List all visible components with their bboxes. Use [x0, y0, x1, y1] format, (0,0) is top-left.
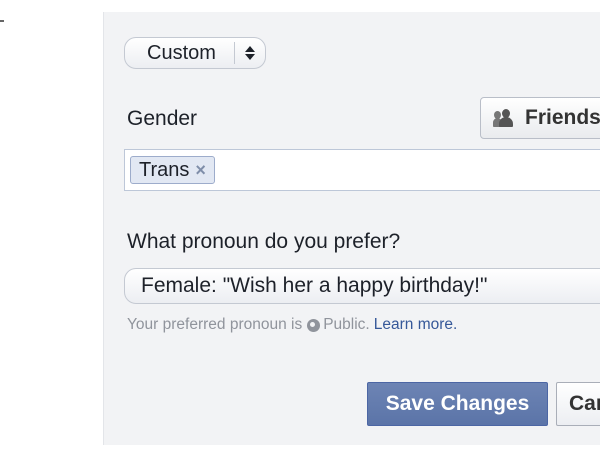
settings-panel: Custom Gender Friends Trans × What prono… [103, 12, 600, 445]
left-edge-mark [0, 20, 4, 22]
gender-token-label: Trans [139, 158, 190, 181]
custom-select[interactable]: Custom [124, 37, 266, 69]
cancel-button[interactable]: Cancel [556, 382, 600, 426]
helper-visibility: Public. [323, 316, 370, 333]
pronoun-helper-text: Your preferred pronoun is Public. Learn … [127, 316, 457, 334]
audience-selector-button[interactable]: Friends [480, 97, 600, 139]
gender-token-input[interactable]: Trans × [124, 149, 600, 191]
save-changes-button[interactable]: Save Changes [367, 382, 548, 426]
helper-prefix: Your preferred pronoun is [127, 316, 303, 333]
pronoun-question: What pronoun do you prefer? [127, 230, 401, 253]
friends-icon [493, 108, 517, 128]
pronoun-select[interactable]: Female: "Wish her a happy birthday!" [124, 268, 600, 304]
gender-label: Gender [127, 107, 198, 130]
gender-token: Trans × [130, 156, 215, 184]
custom-select-value: Custom [147, 41, 216, 64]
pronoun-select-value: Female: "Wish her a happy birthday!" [141, 274, 488, 297]
remove-icon[interactable]: × [195, 160, 206, 181]
audience-label: Friends [525, 106, 600, 129]
learn-more-link[interactable]: Learn more. [374, 316, 458, 334]
globe-icon [307, 318, 321, 332]
select-arrows-icon [235, 46, 265, 60]
